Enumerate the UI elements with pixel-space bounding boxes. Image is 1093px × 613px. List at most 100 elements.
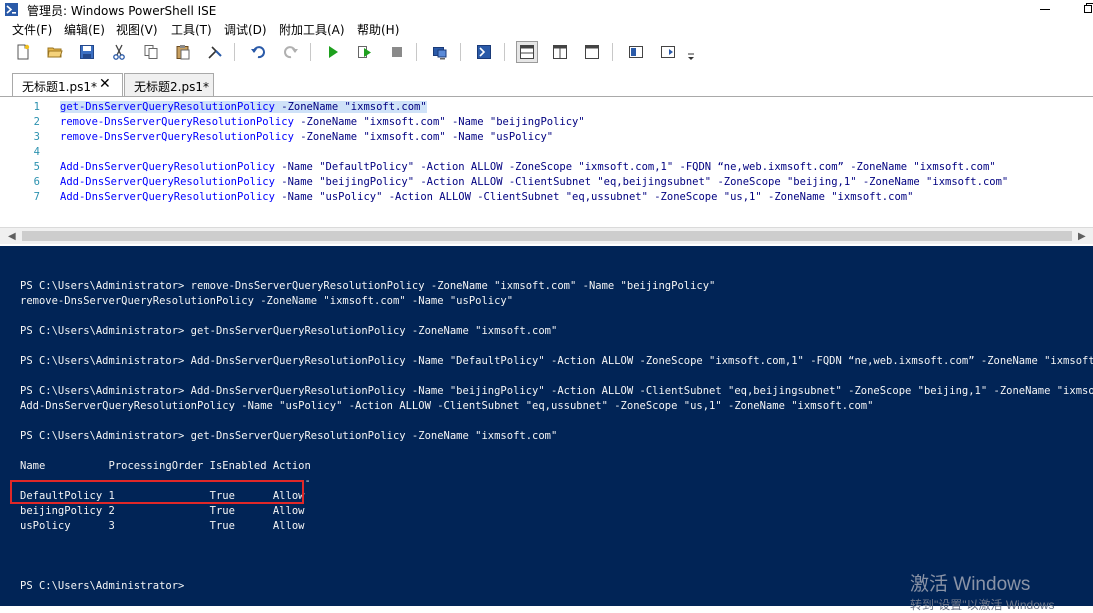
scroll-right-icon[interactable]: ▶ xyxy=(1078,231,1086,242)
tab-label: 无标题2.ps1* xyxy=(134,80,209,94)
line-number: 7 xyxy=(33,191,40,203)
menu-edit[interactable]: 编辑(E) xyxy=(64,21,105,38)
open-folder-icon xyxy=(47,47,63,58)
show-addon-button[interactable] xyxy=(657,41,679,63)
run-selection-icon xyxy=(358,46,371,58)
open-button[interactable] xyxy=(44,41,66,63)
minimize-button[interactable] xyxy=(1025,0,1065,19)
code-line[interactable]: get-DnsServerQueryResolutionPolicy -Zone… xyxy=(60,100,427,115)
stop-icon xyxy=(392,47,402,57)
table-row: usPolicy 3 True Allow xyxy=(20,520,305,532)
paste-icon xyxy=(176,45,190,60)
console-pane[interactable]: PS C:\Users\Administrator> remove-DnsSer… xyxy=(0,246,1093,612)
console-line: Add-DnsServerQueryResolutionPolicy -Name… xyxy=(20,400,874,412)
show-command-icon xyxy=(629,46,643,58)
show-addon-icon xyxy=(661,46,675,58)
redo-button[interactable] xyxy=(280,41,302,63)
start-powershell-button[interactable] xyxy=(473,41,495,63)
cut-icon xyxy=(113,44,125,60)
close-icon[interactable]: ✕ xyxy=(99,77,111,91)
run-icon xyxy=(329,46,338,58)
tab-label: 无标题1.ps1* xyxy=(22,80,97,94)
activation-watermark-hint: 转到"设置"以激活 Windows xyxy=(910,598,1055,612)
scroll-left-icon[interactable]: ◀ xyxy=(8,231,16,242)
console-line: PS C:\Users\Administrator> Add-DnsServer… xyxy=(20,355,1093,367)
undo-button[interactable] xyxy=(247,41,269,63)
cut-button[interactable] xyxy=(108,41,130,63)
window-title: 管理员: Windows PowerShell ISE xyxy=(27,4,217,18)
powershell-prompt-icon xyxy=(208,46,222,59)
copy-button[interactable] xyxy=(140,41,162,63)
line-number: 6 xyxy=(33,176,40,188)
scrollbar-thumb[interactable] xyxy=(22,231,1072,241)
run-button[interactable] xyxy=(322,41,344,63)
layout-top-icon xyxy=(520,45,534,59)
line-number: 1 xyxy=(33,101,40,113)
new-file-button[interactable] xyxy=(12,41,34,63)
tab-untitled1[interactable]: 无标题1.ps1* ✕ xyxy=(12,73,123,97)
script-tabs: 无标题1.ps1* ✕ 无标题2.ps1* xyxy=(0,66,1093,97)
menu-help[interactable]: 帮助(H) xyxy=(357,21,399,38)
table-header: Name ProcessingOrder IsEnabled Action xyxy=(20,460,311,472)
minimize-icon xyxy=(1040,9,1050,10)
activation-watermark: 激活 Windows xyxy=(910,574,1031,595)
remote-powershell-button[interactable] xyxy=(429,41,451,63)
line-number: 4 xyxy=(33,146,40,158)
layout-maximize-button[interactable] xyxy=(581,41,603,63)
copy-icon xyxy=(144,45,158,59)
save-button[interactable] xyxy=(76,41,98,63)
console-line: PS C:\Users\Administrator> get-DnsServer… xyxy=(20,430,558,442)
toolbar-separator xyxy=(504,43,505,61)
menu-debug[interactable]: 调试(D) xyxy=(224,21,267,38)
layout-script-right-button[interactable] xyxy=(549,41,571,63)
menu-file[interactable]: 文件(F) xyxy=(12,21,52,38)
code-line[interactable]: remove-DnsServerQueryResolutionPolicy -Z… xyxy=(60,130,553,145)
code-line[interactable]: Add-DnsServerQueryResolutionPolicy -Name… xyxy=(60,190,913,205)
console-prompt-button[interactable] xyxy=(204,41,226,63)
line-number: 5 xyxy=(33,161,40,173)
toolbar-separator xyxy=(234,43,235,61)
code-line[interactable]: Add-DnsServerQueryResolutionPolicy -Name… xyxy=(60,175,1008,190)
console-prompt[interactable]: PS C:\Users\Administrator> xyxy=(20,579,184,594)
editor-horizontal-scrollbar[interactable]: ◀ ▶ xyxy=(0,227,1093,244)
powershell-ise-icon xyxy=(5,3,18,16)
menu-view[interactable]: 视图(V) xyxy=(116,21,158,38)
code-line[interactable]: remove-DnsServerQueryResolutionPolicy -Z… xyxy=(60,115,585,130)
new-file-icon xyxy=(17,44,30,60)
layout-right-icon xyxy=(553,45,567,59)
console-line: remove-DnsServerQueryResolutionPolicy -Z… xyxy=(20,295,514,307)
restore-icon xyxy=(1084,3,1093,13)
menu-tools[interactable]: 工具(T) xyxy=(171,21,212,38)
layout-max-icon xyxy=(585,45,599,59)
toolbar-overflow-icon[interactable] xyxy=(688,53,694,61)
run-selection-button[interactable] xyxy=(354,41,376,63)
start-powershell-icon xyxy=(477,45,491,59)
toolbar-separator xyxy=(310,43,311,61)
code-line[interactable]: Add-DnsServerQueryResolutionPolicy -Name… xyxy=(60,160,996,175)
menu-bar: 文件(F) 编辑(E) 视图(V) 工具(T) 调试(D) 附加工具(A) 帮助… xyxy=(0,19,1093,38)
undo-icon xyxy=(251,46,265,59)
toolbar-separator xyxy=(460,43,461,61)
tab-untitled2[interactable]: 无标题2.ps1* xyxy=(124,73,214,96)
selected-text: get-DnsServerQueryResolutionPolicy -Zone… xyxy=(60,101,427,113)
console-line: PS C:\Users\Administrator> remove-DnsSer… xyxy=(20,280,716,292)
toolbar xyxy=(0,38,1093,66)
save-icon xyxy=(80,45,94,59)
menu-addons[interactable]: 附加工具(A) xyxy=(279,21,345,38)
show-command-button[interactable] xyxy=(625,41,647,63)
console-line: PS C:\Users\Administrator> Add-DnsServer… xyxy=(20,385,1093,397)
paste-button[interactable] xyxy=(172,41,194,63)
script-editor[interactable]: 1 get-DnsServerQueryResolutionPolicy -Zo… xyxy=(0,97,1093,227)
layout-script-top-button[interactable] xyxy=(516,41,538,63)
remote-powershell-icon xyxy=(433,47,447,60)
line-number: 2 xyxy=(33,116,40,128)
title-bar: 管理员: Windows PowerShell ISE xyxy=(0,0,1093,19)
line-number: 3 xyxy=(33,131,40,143)
redo-icon xyxy=(284,46,298,59)
toolbar-separator xyxy=(612,43,613,61)
table-row: beijingPolicy 2 True Allow xyxy=(20,505,305,517)
highlight-box xyxy=(10,480,304,504)
console-line: PS C:\Users\Administrator> get-DnsServer… xyxy=(20,325,558,337)
stop-button[interactable] xyxy=(386,41,408,63)
restore-button[interactable] xyxy=(1068,0,1093,19)
